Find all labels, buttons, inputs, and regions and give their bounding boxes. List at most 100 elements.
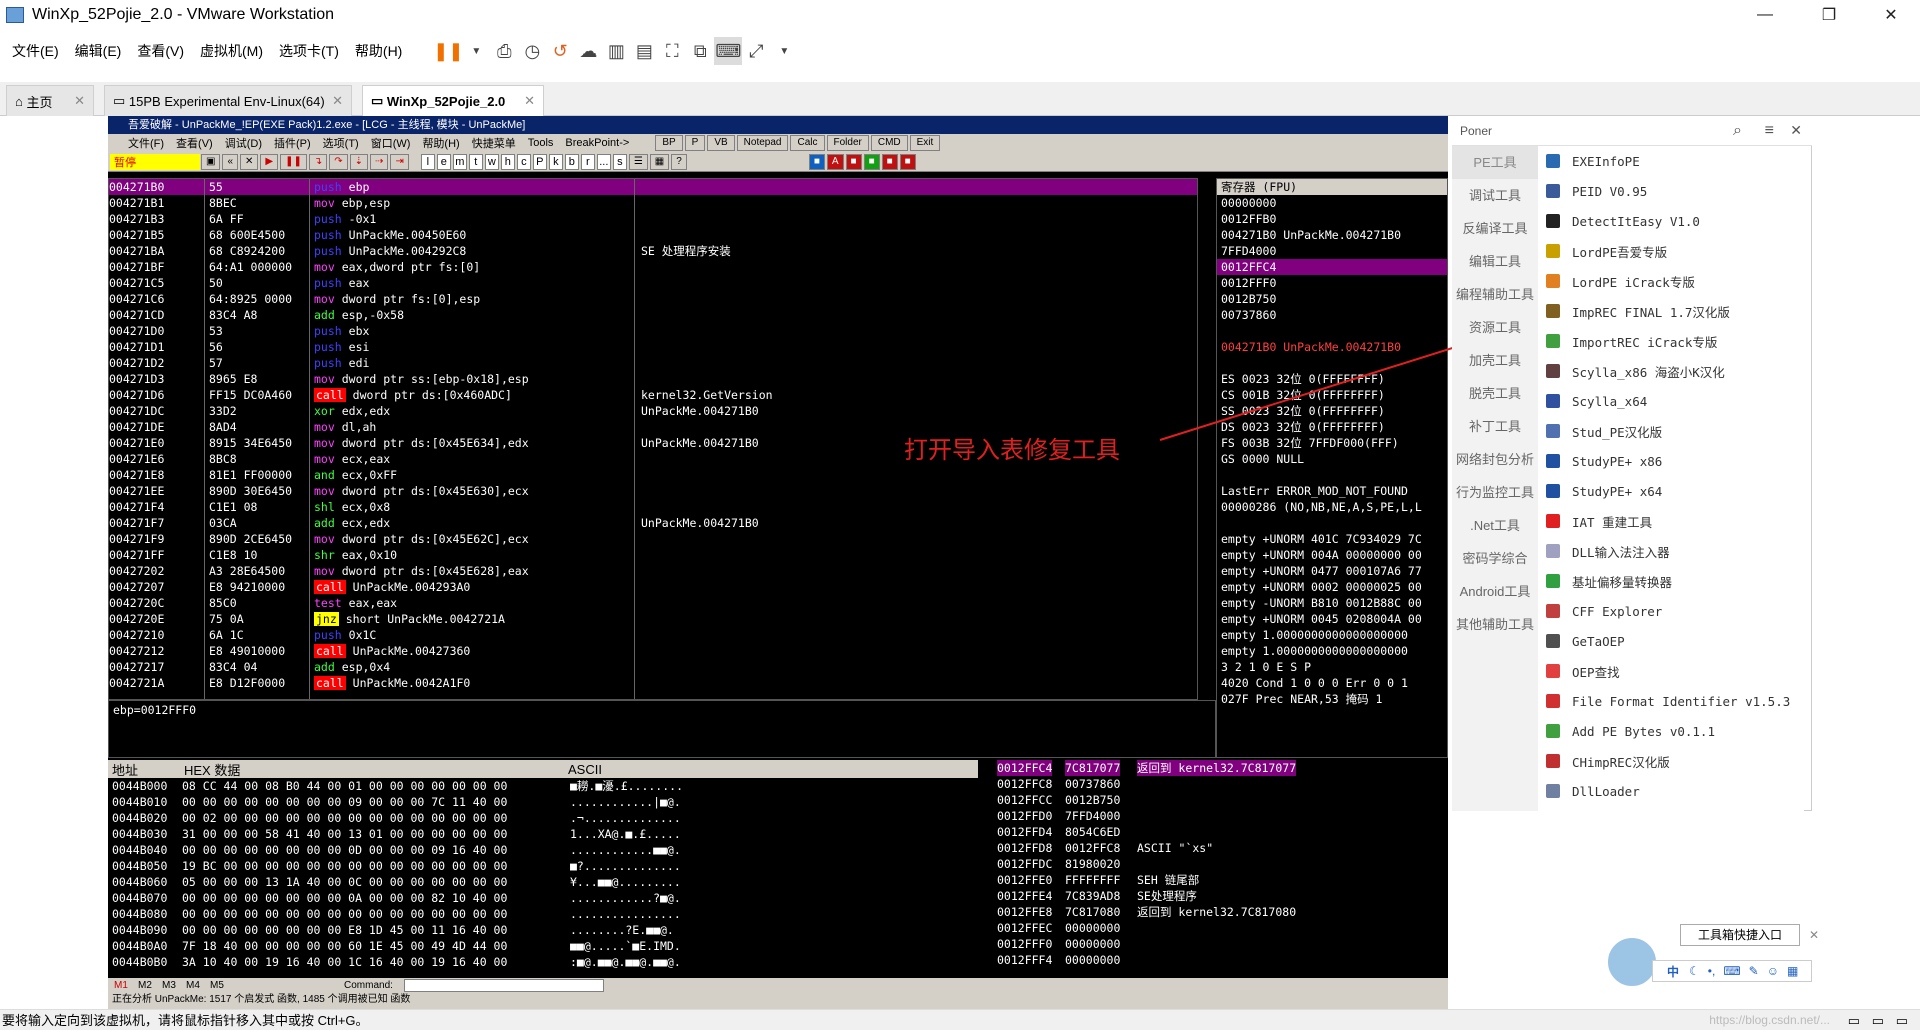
window-s-button[interactable]: s (612, 153, 627, 170)
disasm-row[interactable]: 004271F4 C1E1 08 shl ecx,0x8 (109, 499, 1197, 515)
window-m-button[interactable]: m (452, 153, 467, 170)
dump-row[interactable]: 0044B090 00 00 00 00 00 00 00 00 E8 1D 45… (108, 922, 978, 938)
disasm-row[interactable]: 00427210 6A 1C push 0x1C (109, 627, 1197, 643)
disasm-row[interactable]: 004271B5 68 600E4500 push UnPackMe.00450E6… (109, 227, 1197, 243)
chevron-down-icon[interactable]: ▼ (462, 37, 490, 65)
od-menu-options[interactable]: 选项(T) (317, 135, 365, 151)
emoji-icon[interactable]: ☺ (1767, 964, 1779, 978)
toolbox-tooltip[interactable]: 工具箱快捷入口 ✕ (1680, 924, 1819, 946)
unity-icon[interactable]: ⧉ (686, 37, 714, 65)
poner-tool-item[interactable]: StudyPE+ x64 (1538, 476, 1804, 506)
restart-icon[interactable]: « (222, 153, 239, 170)
avatar[interactable] (1606, 936, 1658, 988)
library-icon[interactable]: ▥ (602, 37, 630, 65)
window-h-button[interactable]: h (500, 153, 515, 170)
disasm-row[interactable]: 004271F7 03CA add ecx,edx UnPackMe.004271B0 (109, 515, 1197, 531)
menu-edit[interactable]: 编辑(E) (67, 36, 130, 66)
stack-row[interactable]: 0012FFF4 00000000 (995, 952, 1448, 968)
stack-row[interactable]: 0012FFE4 7C839AD8 SE处理程序 (995, 888, 1448, 904)
register-line[interactable]: 0012FFB0 (1217, 211, 1447, 227)
disasm-row[interactable]: 004271C5 50 push eax (109, 275, 1197, 291)
register-line[interactable]: empty +UNORM 0045 0208004A 00 (1217, 611, 1447, 627)
register-line[interactable]: 0012B750 (1217, 291, 1447, 307)
od-menu-view[interactable]: 查看(V) (170, 135, 219, 151)
thumbnail-icon[interactable]: ▤ (630, 37, 658, 65)
registers-pane[interactable]: 寄存器 (FPU) 00000000 0012FFB0 004271B0 UnPac… (1216, 178, 1448, 758)
poner-tool-item[interactable]: PEID V0.95 (1538, 176, 1804, 206)
poner-tool-item[interactable]: Stud_PE汉化版 (1538, 416, 1804, 446)
register-line[interactable] (1217, 467, 1447, 483)
register-line[interactable]: GS 0000 NULL (1217, 451, 1447, 467)
poner-tool-item[interactable]: IAT 重建工具 (1538, 506, 1804, 536)
snapshot-manager-icon[interactable]: ☁ (574, 37, 602, 65)
menu-help[interactable]: 帮助(H) (347, 36, 410, 66)
grid-icon[interactable]: ▦ (1787, 964, 1798, 978)
window-t-button[interactable]: t (468, 153, 483, 170)
register-line[interactable]: 0012FFC4 (1217, 259, 1447, 275)
poner-category[interactable]: 编程辅助工具 (1452, 278, 1538, 311)
dump-row[interactable]: 0044B070 00 00 00 00 00 00 00 00 0A 00 00… (108, 890, 978, 906)
maximize-button[interactable]: ❐ (1800, 0, 1858, 30)
dump-row[interactable]: 0044B010 00 00 00 00 00 00 00 00 09 00 00… (108, 794, 978, 810)
plugin-icon[interactable]: ■ (863, 153, 880, 170)
poner-tool-item[interactable]: OEP查找 (1538, 656, 1804, 686)
disasm-row[interactable]: 004271BF 64:A1 000000 mov eax,dword ptr fs… (109, 259, 1197, 275)
stack-row[interactable]: 0012FFDC 81980020 (995, 856, 1448, 872)
register-line[interactable]: empty 1.0000000000000000000 (1217, 643, 1447, 659)
minimize-button[interactable]: — (1736, 0, 1794, 30)
stack-row[interactable]: 0012FFC8 00737860 (995, 776, 1448, 792)
register-line[interactable]: 00000000 (1217, 195, 1447, 211)
dump-row[interactable]: 0044B0A0 7F 18 40 00 00 00 00 00 60 1E 45… (108, 938, 978, 954)
disasm-row[interactable]: 004271B1 8BEC mov ebp,esp (109, 195, 1197, 211)
window-p-button[interactable]: P (532, 153, 547, 170)
od-menu-tools[interactable]: Tools (522, 137, 560, 149)
options-icon[interactable]: ▦ (649, 153, 670, 170)
poner-category[interactable]: 编辑工具 (1452, 245, 1538, 278)
stack-row[interactable]: 0012FFEC 00000000 (995, 920, 1448, 936)
stack-row[interactable]: 0012FFC4 7C817077 返回到 kernel32.7C817077 (995, 760, 1448, 776)
dump-row[interactable]: 0044B020 00 02 00 00 00 00 00 00 00 00 00… (108, 810, 978, 826)
poner-category[interactable]: 反编译工具 (1452, 212, 1538, 245)
poner-tool-item[interactable]: LordPE iCrack专版 (1538, 266, 1804, 296)
poner-category[interactable]: 调试工具 (1452, 179, 1538, 212)
poner-category[interactable]: Android工具 (1452, 575, 1538, 608)
chevron-down-icon[interactable]: ▼ (770, 37, 798, 65)
od-p-button[interactable]: P (684, 135, 706, 151)
poner-tool-item[interactable]: CFF Explorer (1538, 596, 1804, 626)
open-icon[interactable]: ▣ (201, 153, 221, 170)
cmd-tab-m3[interactable]: M3 (162, 980, 186, 991)
poner-category[interactable]: 脱壳工具 (1452, 377, 1538, 410)
poner-tool-item[interactable]: StudyPE+ x86 (1538, 446, 1804, 476)
menu-icon[interactable]: ≡ (1765, 122, 1774, 140)
disasm-row[interactable]: 004271CD 83C4 A8 add esp,-0x58 (109, 307, 1197, 323)
disasm-row[interactable]: 004271E8 81E1 FF00000 and ecx,0xFF (109, 467, 1197, 483)
poner-tool-item[interactable]: Scylla_x64 (1538, 386, 1804, 416)
menu-view[interactable]: 查看(V) (129, 36, 192, 66)
ime-toolbar[interactable]: 中 ☾ •, ⌨ ✎ ☺ ▦ (1652, 960, 1812, 982)
register-line[interactable]: empty -UNORM B810 0012B88C 00 (1217, 595, 1447, 611)
cmd-tab-m2[interactable]: M2 (138, 980, 162, 991)
poner-category[interactable]: 加壳工具 (1452, 344, 1538, 377)
disasm-row[interactable]: 004271D6 FF15 DC0A460 call dword ptr ds:[0… (109, 387, 1197, 403)
register-line[interactable]: 3 2 1 0 E S P (1217, 659, 1447, 675)
keyboard-icon[interactable]: ⌨ (1723, 964, 1740, 978)
close-icon[interactable]: ✕ (74, 93, 85, 109)
punctuation-icon[interactable]: •, (1708, 964, 1716, 978)
device-icon[interactable]: ▭ (1872, 1010, 1884, 1031)
poner-category[interactable]: 资源工具 (1452, 311, 1538, 344)
od-menu-help[interactable]: 帮助(H) (416, 135, 465, 151)
dump-row[interactable]: 0044B040 00 00 00 00 00 00 00 00 0D 00 00… (108, 842, 978, 858)
close-icon[interactable]: ✕ (240, 153, 259, 170)
tab-home[interactable]: ⌂ 主页 ✕ (6, 85, 94, 116)
close-icon[interactable]: ✕ (1809, 925, 1819, 945)
menu-vm[interactable]: 虚拟机(M) (192, 36, 271, 66)
poner-tool-item[interactable]: ImpREC FINAL 1.7汉化版 (1538, 296, 1804, 326)
poner-category[interactable]: PE工具 (1452, 146, 1538, 179)
revert-snapshot-icon[interactable]: ↺ (546, 37, 574, 65)
window-l-button[interactable]: l (420, 153, 435, 170)
register-line[interactable]: 027F Prec NEAR,53 掩码 1 (1217, 691, 1447, 707)
od-folder-button[interactable]: Folder (826, 135, 869, 151)
plugin-icon[interactable]: ■ (845, 153, 862, 170)
step-into-icon[interactable]: ↴ (308, 153, 328, 170)
od-notepad-button[interactable]: Notepad (736, 135, 789, 151)
